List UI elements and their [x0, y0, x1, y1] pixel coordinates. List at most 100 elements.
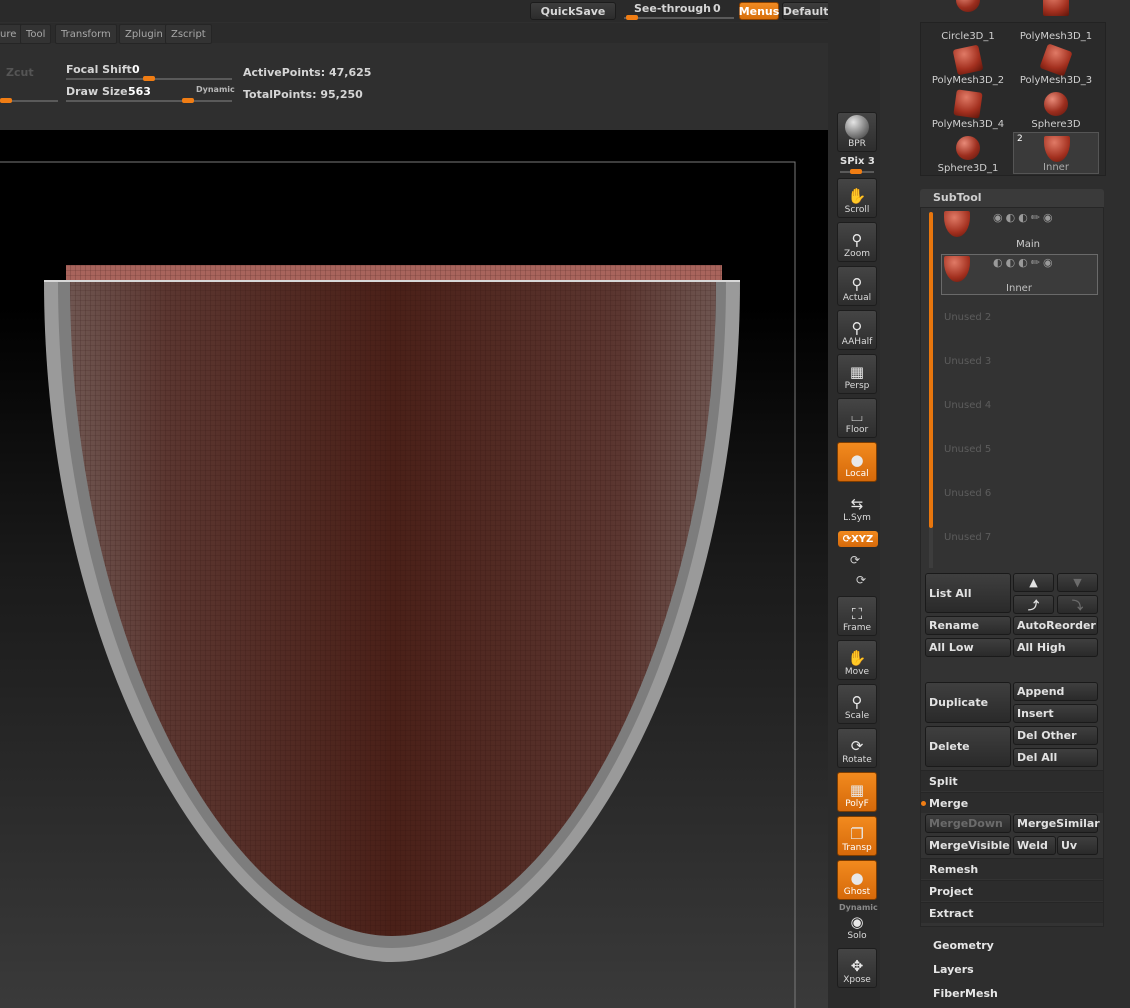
focal-shift-value: 0: [132, 63, 140, 76]
rename-button[interactable]: Rename: [925, 616, 1011, 635]
subtool-row-main[interactable]: ◉◐◐✏◉ Main: [941, 210, 1098, 252]
persp-button[interactable]: ▦ Persp: [837, 354, 877, 394]
canvas-viewport[interactable]: [0, 130, 828, 1008]
see-through-knob[interactable]: [626, 15, 638, 20]
draw-size-slider[interactable]: Draw Size 563 Dynamic: [66, 84, 236, 104]
tool-thumb-polymesh3d-3[interactable]: PolyMesh3D_3: [1013, 43, 1099, 86]
xpose-button[interactable]: ✥ Xpose: [837, 948, 877, 988]
layers-section[interactable]: Layers: [933, 963, 974, 976]
xyz-button[interactable]: ⟳ XYZ: [838, 531, 878, 547]
rotate-y-icon[interactable]: ⟳: [850, 553, 860, 567]
tool-thumb-sphere3d[interactable]: Sphere3D: [1013, 88, 1099, 130]
geometry-section[interactable]: Geometry: [933, 939, 994, 952]
aahalf-button[interactable]: ⚲ AAHalf: [837, 310, 877, 350]
tool-thumb-sphere3d-1[interactable]: Sphere3D_1: [925, 132, 1011, 174]
mergevisible-button[interactable]: MergeVisible: [925, 836, 1011, 855]
actual-button[interactable]: ⚲ Actual: [837, 266, 877, 306]
remesh-section[interactable]: Remesh: [921, 858, 1103, 879]
uv-button[interactable]: Uv: [1057, 836, 1098, 855]
ghost-button[interactable]: ● Ghost: [837, 860, 877, 900]
tool-thumb-polymesh3d-2[interactable]: PolyMesh3D_2: [925, 44, 1011, 86]
spix-knob[interactable]: [850, 169, 862, 174]
subtool-unused-slot[interactable]: Unused 5: [944, 444, 991, 455]
quicksave-button[interactable]: QuickSave: [530, 2, 616, 20]
menu-row: ure Tool Transform Zplugin Zscript: [0, 23, 880, 44]
all-high-button[interactable]: All High: [1013, 638, 1098, 657]
extract-section[interactable]: Extract: [921, 902, 1103, 923]
z-intensity-knob[interactable]: [0, 98, 12, 103]
zcut-button[interactable]: Zcut: [6, 66, 34, 79]
delete-button[interactable]: Delete: [925, 726, 1011, 767]
select-down-arrow-icon[interactable]: ⤵: [1057, 595, 1098, 614]
split-section[interactable]: Split: [921, 770, 1103, 791]
del-all-button[interactable]: Del All: [1013, 748, 1098, 767]
menu-item-zplugin[interactable]: Zplugin: [119, 24, 169, 44]
bpr-label: BPR: [848, 139, 866, 149]
del-other-button[interactable]: Del Other: [1013, 726, 1098, 745]
floor-button[interactable]: ⌴ Floor: [837, 398, 877, 438]
total-points-readout: TotalPoints: 95,250: [243, 88, 363, 101]
focal-shift-knob[interactable]: [143, 76, 155, 81]
fibermesh-section[interactable]: FiberMesh: [933, 987, 998, 1000]
duplicate-button[interactable]: Duplicate: [925, 682, 1011, 723]
menu-item-zscript[interactable]: Zscript: [165, 24, 212, 44]
tool-thumb-polymesh3d-1[interactable]: PolyMesh3D_1: [1013, 0, 1099, 42]
append-button[interactable]: Append: [1013, 682, 1098, 701]
subtool-scrollbar[interactable]: [929, 212, 933, 528]
lsym-label: L.Sym: [843, 513, 871, 523]
active-points-label: ActivePoints:: [243, 66, 326, 79]
move-up-arrow-icon[interactable]: ▲: [1013, 573, 1054, 592]
project-section[interactable]: Project: [921, 880, 1103, 901]
subtool-main-icons[interactable]: ◉◐◐✏◉: [993, 211, 1056, 224]
spix-label: SPix: [840, 156, 865, 167]
scale-button[interactable]: ⚲ Scale: [837, 684, 877, 724]
tool-thumb-circle3d-1[interactable]: Circle3D_1: [925, 0, 1011, 42]
merge-label: Merge: [929, 796, 969, 810]
see-through-slider[interactable]: See-through 0: [624, 2, 734, 20]
rotate-lock-icon: ⟳: [850, 737, 864, 755]
move-button[interactable]: ✋ Move: [837, 640, 877, 680]
scroll-button[interactable]: ✋ Scroll: [837, 178, 877, 218]
rotate-z-icon[interactable]: ⟳: [856, 573, 866, 587]
all-low-button[interactable]: All Low: [925, 638, 1011, 657]
mergedown-button[interactable]: MergeDown: [925, 814, 1011, 833]
lsym-button[interactable]: ⇆ L.Sym: [837, 486, 877, 526]
weld-button[interactable]: Weld: [1013, 836, 1056, 855]
tool-thumb-inner[interactable]: 2 Inner: [1013, 132, 1099, 174]
draw-size-knob[interactable]: [182, 98, 194, 103]
rotate-button[interactable]: ⟳ Rotate: [837, 728, 877, 768]
zoom-button[interactable]: ⚲ Zoom: [837, 222, 877, 262]
spix-slider[interactable]: SPix 3: [840, 156, 875, 167]
menus-button[interactable]: Menus: [739, 2, 779, 20]
move-label: Move: [844, 667, 870, 677]
polyf-button[interactable]: ▦ PolyF: [837, 772, 877, 812]
dynamic-toggle[interactable]: Dynamic: [196, 85, 235, 94]
autoreorder-button[interactable]: AutoReorder: [1013, 616, 1098, 635]
insert-button[interactable]: Insert: [1013, 704, 1098, 723]
merge-section[interactable]: Merge: [921, 792, 1103, 813]
subtool-inner-icons[interactable]: ◐◐◐✏◉: [993, 256, 1056, 269]
menu-item-tool[interactable]: Tool: [20, 24, 52, 44]
mergesimilar-button[interactable]: MergeSimilar: [1013, 814, 1100, 833]
frame-icon: ⛶: [851, 605, 863, 623]
scale-label: Scale: [844, 711, 870, 721]
subtool-unused-slot[interactable]: Unused 4: [944, 400, 991, 411]
bpr-button[interactable]: BPR: [837, 112, 877, 152]
hand-icon: ✋: [847, 187, 867, 205]
menu-item-transform[interactable]: Transform: [55, 24, 117, 44]
subtool-unused-slot[interactable]: Unused 6: [944, 488, 991, 499]
subtool-header[interactable]: SubTool: [920, 189, 1104, 207]
tool-thumb-polymesh3d-4[interactable]: PolyMesh3D_4: [925, 88, 1011, 130]
subtool-unused-slot[interactable]: Unused 7: [944, 532, 991, 543]
transp-button[interactable]: ❐ Transp: [837, 816, 877, 856]
subtool-unused-slot[interactable]: Unused 3: [944, 356, 991, 367]
move-down-arrow-icon[interactable]: ▼: [1057, 573, 1098, 592]
local-button[interactable]: ● Local: [837, 442, 877, 482]
subtool-row-inner[interactable]: ◐◐◐✏◉ Inner: [941, 254, 1098, 295]
select-up-arrow-icon[interactable]: ⤴: [1013, 595, 1054, 614]
solo-button[interactable]: ◉ Solo: [837, 906, 877, 944]
focal-shift-slider[interactable]: Focal Shift 0: [66, 62, 236, 82]
list-all-button[interactable]: List All: [925, 573, 1011, 613]
frame-button[interactable]: ⛶ Frame: [837, 596, 877, 636]
subtool-unused-slot[interactable]: Unused 2: [944, 312, 991, 323]
